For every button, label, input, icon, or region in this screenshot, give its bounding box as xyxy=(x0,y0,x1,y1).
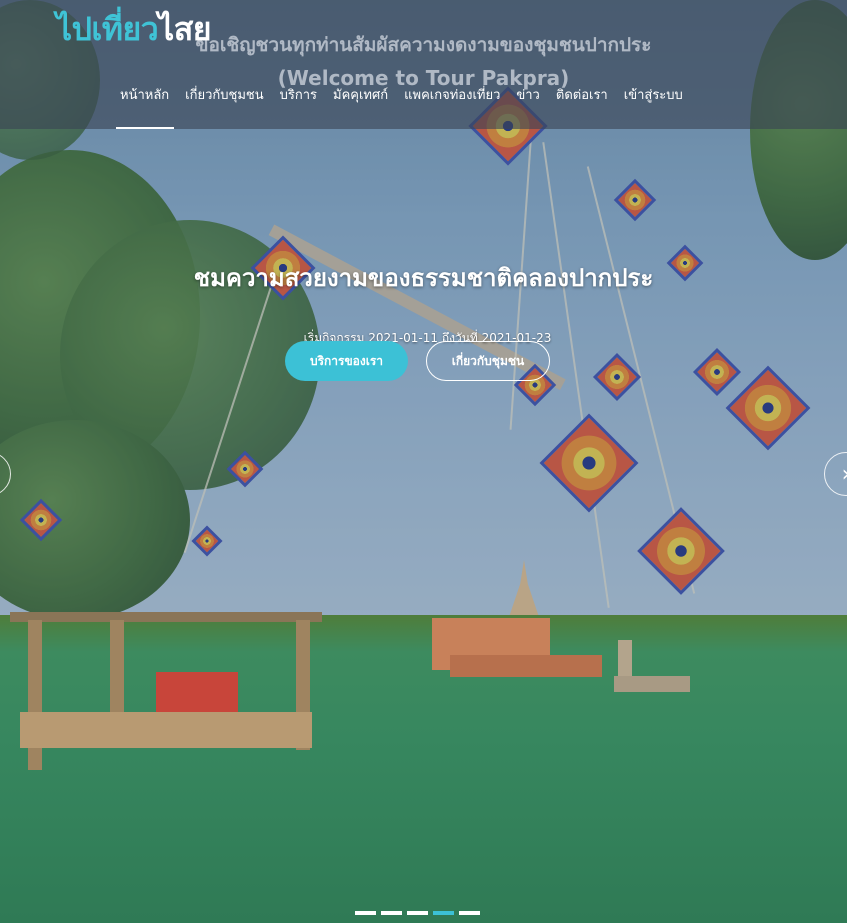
carousel-indicator[interactable] xyxy=(381,911,402,915)
carousel-indicator[interactable] xyxy=(355,911,376,915)
nav-item-tour-packages[interactable]: แพคเกจท่องเที่ยว xyxy=(396,86,508,108)
nav-item-guides[interactable]: มัคคุเทศก์ xyxy=(325,86,396,108)
main-nav: หน้าหลัก เกี่ยวกับชุมชน บริการ มัคคุเทศก… xyxy=(112,86,691,108)
chevron-right-icon: › xyxy=(842,462,847,487)
tagline-thai: ขอเชิญชวนทุกท่านสัมผัสความงดงามของชุมชนป… xyxy=(195,34,652,56)
hero-date-range: เริ่มกิจกรรม 2021-01-11 ถึงวันที่ 2021-0… xyxy=(303,331,552,345)
pavilion-post xyxy=(110,620,124,720)
pavilion-roof xyxy=(10,612,322,622)
nav-item-about-community[interactable]: เกี่ยวกับชุมชน xyxy=(177,86,271,108)
nav-item-home[interactable]: หน้าหลัก xyxy=(112,86,177,108)
carousel-indicator[interactable] xyxy=(407,911,428,915)
nav-item-services[interactable]: บริการ xyxy=(272,86,325,108)
temple-ruin xyxy=(618,640,632,676)
altar xyxy=(156,672,238,712)
nav-active-underline xyxy=(116,127,174,129)
carousel-indicator[interactable] xyxy=(433,911,454,915)
temple-ruin xyxy=(450,655,602,677)
about-community-button[interactable]: เกี่ยวกับชุมชน xyxy=(426,341,550,381)
hero-title: ชมความสวยงามของธรรมชาติคลองปากประ xyxy=(193,264,654,292)
site-header: ไปเที่ยวไสย ขอเชิญชวนทุกท่านสัมผัสความงด… xyxy=(0,0,847,129)
carousel-indicator[interactable] xyxy=(459,911,480,915)
hero-background-image xyxy=(0,0,847,923)
pavilion-floor xyxy=(20,712,312,748)
nav-item-login[interactable]: เข้าสู่ระบบ xyxy=(616,86,691,108)
temple-ruin xyxy=(614,676,690,692)
carousel-indicators xyxy=(355,911,480,915)
our-services-button[interactable]: บริการของเรา xyxy=(285,341,408,381)
nav-item-contact[interactable]: ติดต่อเรา xyxy=(548,86,616,108)
nav-item-news[interactable]: ข่าว xyxy=(508,86,548,108)
lawn xyxy=(0,615,847,923)
